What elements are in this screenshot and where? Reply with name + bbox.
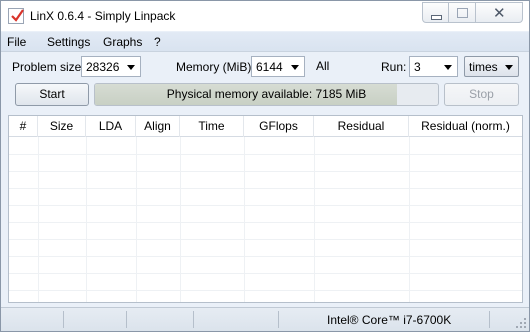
table-header: # Size LDA Align Time GFlops Residual Re… bbox=[9, 116, 522, 137]
status-bar: Intel® Core™ i7-6700K bbox=[1, 307, 529, 331]
status-divider bbox=[63, 311, 64, 328]
status-divider bbox=[278, 311, 279, 328]
column-header-gflops[interactable]: GFlops bbox=[244, 116, 314, 137]
minimize-icon[interactable] bbox=[422, 2, 449, 23]
progress-bar: Physical memory available: 7185 MiB bbox=[94, 83, 439, 106]
linx-window: LinX 0.6.4 - Simply Linpack ✕ File Setti… bbox=[0, 0, 530, 332]
chevron-down-icon bbox=[444, 65, 452, 70]
grid-line bbox=[86, 137, 87, 302]
window-title: LinX 0.6.4 - Simply Linpack bbox=[30, 9, 176, 23]
start-button[interactable]: Start bbox=[15, 83, 89, 106]
cpu-name: Intel® Core™ i7-6700K bbox=[327, 313, 452, 327]
chevron-down-icon bbox=[291, 65, 299, 70]
menu-bar: File Settings Graphs ? bbox=[1, 32, 529, 52]
grid-line bbox=[38, 137, 39, 302]
maximize-icon[interactable] bbox=[449, 2, 476, 23]
grid-line bbox=[180, 137, 181, 302]
run-count-combo[interactable]: 3 bbox=[409, 56, 458, 77]
problem-size-label: Problem size: bbox=[12, 60, 85, 74]
grid-line bbox=[409, 137, 410, 302]
chevron-down-icon bbox=[127, 65, 135, 70]
app-check-icon bbox=[8, 8, 24, 24]
close-icon[interactable]: ✕ bbox=[476, 2, 523, 23]
chevron-down-icon bbox=[505, 65, 513, 70]
column-header-index[interactable]: # bbox=[9, 116, 38, 137]
column-header-align[interactable]: Align bbox=[136, 116, 180, 137]
problem-size-value: 28326 bbox=[86, 60, 120, 74]
status-divider bbox=[126, 311, 127, 328]
problem-size-combo[interactable]: 28326 bbox=[81, 56, 141, 77]
grid-line bbox=[314, 137, 315, 302]
title-bar: LinX 0.6.4 - Simply Linpack ✕ bbox=[1, 1, 529, 31]
run-label: Run: bbox=[381, 60, 407, 74]
memory-combo[interactable]: 6144 bbox=[251, 56, 305, 77]
menu-settings[interactable]: Settings bbox=[47, 35, 90, 49]
memory-label: Memory (MiB): bbox=[176, 60, 255, 74]
memory-all-label[interactable]: All bbox=[316, 59, 329, 73]
column-header-residual[interactable]: Residual bbox=[314, 116, 409, 137]
status-divider bbox=[193, 311, 194, 328]
resize-grip-icon[interactable] bbox=[516, 318, 526, 328]
grid-line bbox=[244, 137, 245, 302]
grid-line bbox=[136, 137, 137, 302]
menu-file[interactable]: File bbox=[7, 35, 26, 49]
column-header-lda[interactable]: LDA bbox=[86, 116, 136, 137]
status-divider bbox=[489, 311, 490, 328]
stop-button[interactable]: Stop bbox=[444, 83, 519, 106]
column-header-residual-norm[interactable]: Residual (norm.) bbox=[409, 116, 522, 137]
run-count-value: 3 bbox=[414, 60, 421, 74]
progress-text: Physical memory available: 7185 MiB bbox=[166, 87, 367, 101]
run-mode-combo[interactable]: times bbox=[464, 56, 519, 77]
menu-help[interactable]: ? bbox=[154, 35, 161, 49]
menu-graphs[interactable]: Graphs bbox=[103, 35, 142, 49]
column-header-size[interactable]: Size bbox=[38, 116, 86, 137]
results-table[interactable]: # Size LDA Align Time GFlops Residual Re… bbox=[8, 115, 523, 303]
column-header-time[interactable]: Time bbox=[180, 116, 244, 137]
run-mode-value: times bbox=[469, 60, 498, 74]
memory-value: 6144 bbox=[256, 60, 283, 74]
